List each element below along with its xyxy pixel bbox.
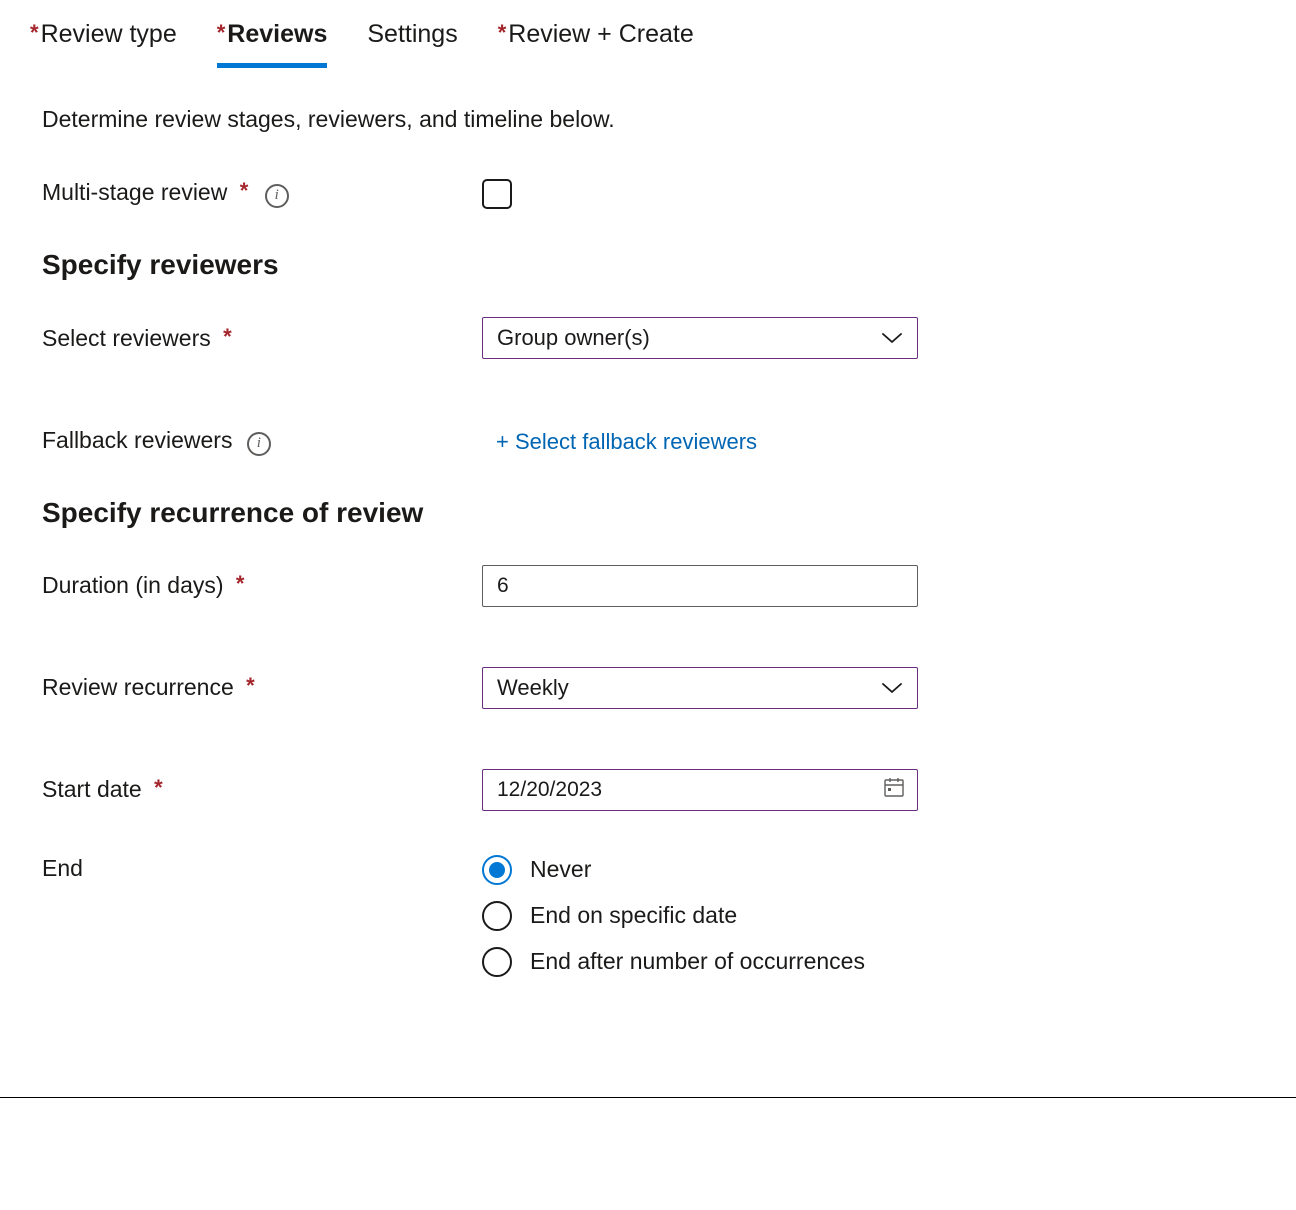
- tab-review-type[interactable]: *Review type: [30, 20, 177, 68]
- radio-icon: [482, 947, 512, 977]
- calendar-icon: [883, 776, 905, 804]
- multi-stage-label: Multi-stage review * i: [42, 179, 482, 209]
- end-option-never[interactable]: Never: [482, 855, 900, 885]
- tab-label: Settings: [367, 20, 457, 48]
- radio-icon: [482, 855, 512, 885]
- radio-label-text: End on specific date: [530, 902, 737, 929]
- required-star-icon: *: [30, 20, 39, 45]
- required-star-icon: *: [236, 571, 245, 596]
- required-star-icon: *: [223, 324, 232, 349]
- label-text: Multi-stage review: [42, 179, 227, 205]
- tab-label: Review + Create: [508, 20, 694, 48]
- select-fallback-reviewers-link[interactable]: + Select fallback reviewers: [482, 429, 757, 454]
- multi-stage-checkbox[interactable]: [482, 179, 512, 209]
- required-star-icon: *: [217, 20, 226, 45]
- dropdown-value: Weekly: [497, 675, 569, 701]
- footer-divider: [0, 1097, 1296, 1098]
- chevron-down-icon: [881, 331, 903, 345]
- end-option-occurrences[interactable]: End after number of occurrences: [482, 947, 900, 977]
- label-text: Select reviewers: [42, 325, 211, 351]
- tab-settings[interactable]: Settings: [367, 20, 457, 68]
- required-star-icon: *: [154, 775, 163, 800]
- required-star-icon: *: [240, 178, 249, 203]
- start-date-label: Start date *: [42, 776, 482, 803]
- section-specify-reviewers: Specify reviewers: [42, 249, 900, 281]
- tab-bar: *Review type *Reviews Settings *Review +…: [0, 20, 1296, 68]
- tab-reviews[interactable]: *Reviews: [217, 20, 328, 68]
- radio-icon: [482, 901, 512, 931]
- section-specify-recurrence: Specify recurrence of review: [42, 497, 900, 529]
- dropdown-value: Group owner(s): [497, 325, 650, 351]
- select-reviewers-dropdown[interactable]: Group owner(s): [482, 317, 918, 359]
- fallback-reviewers-label: Fallback reviewers i: [42, 427, 482, 457]
- tab-label: Review type: [41, 20, 177, 48]
- info-icon[interactable]: i: [265, 184, 289, 208]
- end-label: End: [42, 855, 482, 882]
- recurrence-label: Review recurrence *: [42, 674, 482, 701]
- select-reviewers-label: Select reviewers *: [42, 325, 482, 352]
- end-option-specific-date[interactable]: End on specific date: [482, 901, 900, 931]
- duration-input[interactable]: [482, 565, 918, 607]
- label-text: Review recurrence: [42, 674, 234, 700]
- label-text: Duration (in days): [42, 572, 224, 598]
- required-star-icon: *: [246, 673, 255, 698]
- tab-label: Reviews: [227, 20, 327, 48]
- tab-review-create[interactable]: *Review + Create: [498, 20, 694, 68]
- required-star-icon: *: [498, 20, 507, 45]
- end-radio-group: Never End on specific date End after num…: [482, 855, 900, 977]
- radio-label-text: Never: [530, 856, 591, 883]
- recurrence-dropdown[interactable]: Weekly: [482, 667, 918, 709]
- chevron-down-icon: [881, 681, 903, 695]
- label-text: Fallback reviewers: [42, 427, 232, 453]
- intro-text: Determine review stages, reviewers, and …: [42, 106, 900, 133]
- info-icon[interactable]: i: [247, 432, 271, 456]
- radio-label-text: End after number of occurrences: [530, 948, 865, 975]
- duration-label: Duration (in days) *: [42, 572, 482, 599]
- label-text: Start date: [42, 776, 142, 802]
- start-date-input[interactable]: 12/20/2023: [482, 769, 918, 811]
- date-value: 12/20/2023: [497, 778, 602, 802]
